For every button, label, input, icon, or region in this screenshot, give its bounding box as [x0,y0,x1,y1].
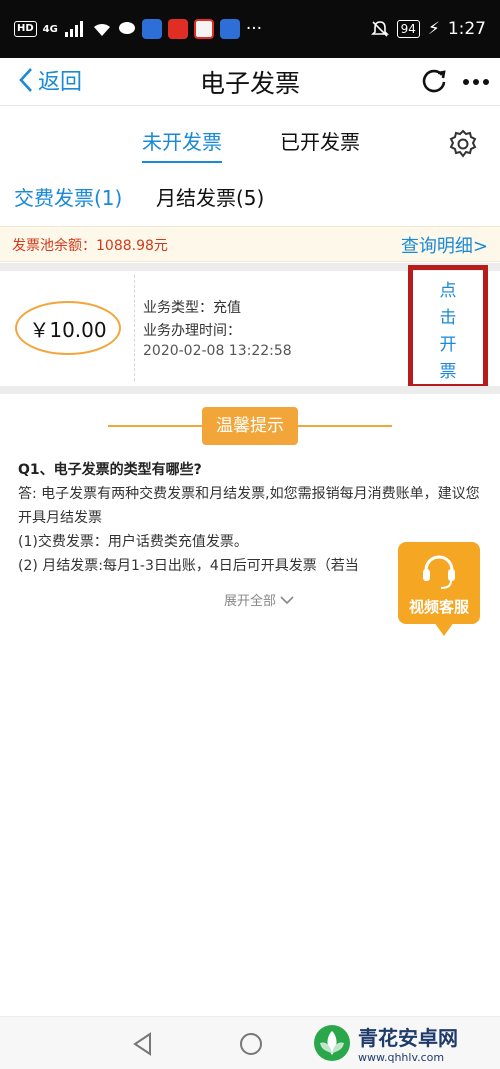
faq-answer: 答: 电子发票有两种交费发票和月结发票,如您需报销每月消费账单，建议您开具月结发… [18,486,480,526]
app-icon-pinduoduo [167,19,188,39]
issue-char: 开 [439,335,457,355]
refresh-icon[interactable] [418,66,450,98]
query-details-link[interactable]: 查询明细> [401,232,488,258]
watermark-url: www.qhhlv.com [358,1050,445,1064]
status-bar: HD 4G ··· 94 ⚡ 1:27 [0,0,500,58]
network-badge: 4G [42,23,58,35]
chevron-down-icon [280,595,294,604]
clock: 1:27 [447,19,486,39]
back-label: 返回 [38,70,83,95]
issue-char: 点 [439,281,457,301]
mute-bell-icon [370,21,389,37]
invoice-pool-banner: 发票池余额：1088.98元 查询明细> [0,226,500,262]
tip-line-right [296,425,392,427]
more-notifications-icon: ··· [245,19,263,39]
headset-icon [423,555,455,589]
issue-char: 票 [439,362,457,382]
card-divider [134,275,135,381]
video-service-tail [434,622,454,636]
video-service-button[interactable]: 视频客服 [398,542,480,638]
watermark-text: 青花安卓网 www.qhhlv.com [358,1022,458,1064]
tips-badge: 温馨提示 [202,407,298,445]
faq-question: Q1、电子发票的类型有哪些? [18,462,202,478]
watermark-name: 青花安卓网 [358,1025,458,1050]
header-bar: 返回 电子发票 [0,58,500,106]
wifi-icon [93,23,110,36]
chevron-left-icon [19,68,32,92]
watermark-logo-icon [314,1024,350,1061]
business-type: 业务类型：充值 [143,300,241,316]
subtab-monthly-invoice[interactable]: 月结发票(5) [156,182,264,211]
nav-back-icon[interactable] [130,1031,156,1057]
tab-issued[interactable]: 已开发票 [280,126,360,155]
charging-icon: ⚡ [427,19,440,39]
app-icon-weibo [193,19,214,39]
amount-badge: ￥10.00 [15,301,121,355]
back-button[interactable]: 返回 [18,64,82,96]
app-icon-baidu [141,19,162,39]
tip-line-left [108,425,206,427]
invoice-card: ￥10.00 业务类型：充值 业务办理时间： 2020-02-08 13:22:… [0,265,500,389]
issue-char: 击 [439,308,457,328]
business-time-label: 业务办理时间： [143,323,241,339]
battery-indicator: 94 [396,20,420,38]
watermark: 青花安卓网 www.qhhlv.com [312,1016,492,1069]
invoice-tabs: 未开发票 已开发票 [0,120,500,170]
divider [0,386,500,394]
chat-icon [118,22,135,34]
pool-balance: 发票池余额：1088.98元 [12,238,168,254]
app-icon-tieba [219,19,240,39]
hd-badge: HD [14,21,37,37]
business-time: 2020-02-08 13:22:58 [143,343,292,359]
more-icon[interactable] [460,66,492,98]
status-right: 94 ⚡ 1:27 [370,19,486,39]
signal-icon [64,21,83,37]
video-service-label: 视频客服 [408,598,469,616]
issue-highlight-box: 点 击 开 票 [408,265,488,389]
nav-home-icon[interactable] [238,1031,264,1057]
tab-unissued[interactable]: 未开发票 [142,126,222,163]
gear-icon[interactable] [447,128,479,160]
issue-invoice-button[interactable]: 点 击 开 票 [425,278,471,386]
expand-label: 展开全部 [224,594,277,609]
expand-all-button[interactable]: 展开全部 [224,590,294,609]
subtab-fee-invoice[interactable]: 交费发票(1) [14,182,122,211]
status-left: HD 4G ··· [14,19,371,39]
